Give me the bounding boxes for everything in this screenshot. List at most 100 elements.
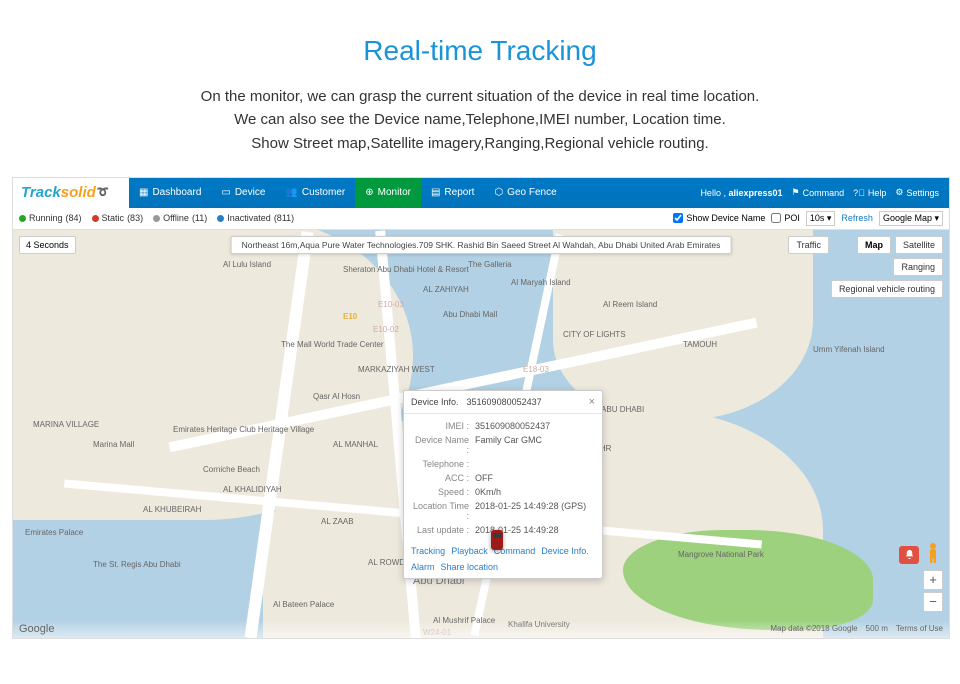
poi-mangrove: Mangrove National Park (678, 550, 764, 559)
help-icon: ?⃝ (853, 188, 865, 198)
poi-marinav: MARINA VILLAGE (33, 420, 99, 429)
info-val-acc: OFF (475, 473, 595, 483)
road-e1003: E10-03 (378, 300, 404, 309)
ranging-button[interactable]: Ranging (893, 258, 943, 276)
road-e10: E10 (343, 312, 357, 321)
help-link[interactable]: ?⃝Help (853, 188, 886, 198)
poi-emirates: Emirates Palace (25, 528, 83, 537)
logo-swoosh-icon: ➰ (97, 187, 109, 198)
refresh-link[interactable]: Refresh (841, 213, 873, 223)
road-e1002: E10-02 (373, 325, 399, 334)
nav-report[interactable]: ▤ Report (421, 178, 484, 208)
user-name[interactable]: aliexpress01 (728, 188, 782, 198)
nav-dashboard[interactable]: ▦Dashboard (129, 178, 211, 208)
report-icon: ▤ (431, 187, 440, 198)
popup-title: Device Info. (411, 397, 459, 407)
poi-lulu: Al Lulu Island (223, 260, 271, 269)
statusbar: Running (84) Static (83) Offline (11) In… (13, 208, 949, 230)
flag-icon: ⚑ (792, 187, 800, 198)
routing-button[interactable]: Regional vehicle routing (831, 280, 943, 298)
nav-device[interactable]: ▭ Device (211, 178, 275, 208)
popup-body: IMEI :351609080052437 Device Name :Famil… (404, 414, 602, 542)
link-alarm[interactable]: Alarm (411, 562, 435, 572)
poi-checkbox[interactable]: POI (771, 213, 800, 223)
poi-heritage: Emirates Heritage Club Heritage Village (173, 425, 314, 434)
maptype-satellite-button[interactable]: Satellite (895, 236, 943, 254)
traffic-button[interactable]: Traffic (788, 236, 829, 254)
road-e1803: E18-03 (523, 365, 549, 374)
poi-gardana: The Galleria (468, 260, 512, 269)
copyright-text: Map data ©2018 Google (770, 624, 857, 633)
maptype-map-button[interactable]: Map (857, 236, 891, 254)
gear-icon: ⚙ (895, 187, 903, 198)
poi-qasr: Qasr Al Hosn (313, 392, 360, 401)
nav-monitor[interactable]: ⊕Monitor (355, 178, 421, 208)
poi-khalidiyah: AL KHALIDIYAH (223, 485, 282, 494)
dot-green-icon (19, 215, 26, 222)
status-inactivated[interactable]: Inactivated (811) (217, 213, 294, 223)
status-offline[interactable]: Offline (11) (153, 213, 207, 223)
poi-mallworld: The Mall World Trade Center (281, 340, 384, 349)
scale-text: 500 m (866, 624, 888, 633)
dot-grey-icon (153, 215, 160, 222)
link-playback[interactable]: Playback (451, 546, 488, 556)
link-devinfo[interactable]: Device Info. (541, 546, 589, 556)
poi-maryah: Al Maryah Island (511, 278, 571, 287)
zoom-out-button[interactable]: − (923, 592, 943, 612)
settings-link[interactable]: ⚙Settings (895, 187, 939, 198)
app-window: Tracksolid➰ ▦Dashboard ▭ Device 👥Customer… (12, 177, 950, 639)
interval-select[interactable]: 10s ▾ (806, 211, 836, 226)
desc-line2: We can also see the Device name,Telephon… (234, 111, 726, 128)
page-title: Real-time Tracking (0, 0, 960, 85)
map-provider-select[interactable]: Google Map ▾ (879, 211, 943, 226)
info-label-tel: Telephone : (411, 459, 475, 469)
show-device-checkbox[interactable]: Show Device Name (673, 213, 765, 223)
terms-link[interactable]: Terms of Use (896, 624, 943, 633)
status-running[interactable]: Running (84) (19, 213, 82, 223)
nav-label: Dashboard (152, 187, 201, 198)
close-icon[interactable]: × (589, 396, 595, 408)
zoom-in-button[interactable]: + (923, 570, 943, 590)
poi-markaziyah: MARKAZIYAH WEST (358, 365, 435, 374)
info-val-speed: 0Km/h (475, 487, 595, 497)
user-greeting: Hello , aliexpress01 (700, 188, 782, 198)
google-logo: Google (19, 623, 54, 635)
topbar: Tracksolid➰ ▦Dashboard ▭ Device 👥Customer… (13, 178, 949, 208)
poi-corniche: Corniche Beach (203, 465, 260, 474)
nav-geofence[interactable]: ⬡Geo Fence (484, 178, 566, 208)
topbar-right: Hello , aliexpress01 ⚑Command ?⃝Help ⚙Se… (700, 187, 949, 198)
nav-label: Report (444, 187, 474, 198)
main-nav: ▦Dashboard ▭ Device 👥Customer ⊕Monitor ▤ R… (129, 178, 567, 208)
info-label-loc: Location Time : (411, 501, 475, 521)
info-val-loc: 2018-01-25 14:49:28 (GPS) (475, 501, 595, 521)
info-label-name: Device Name : (411, 435, 475, 455)
device-icon: ▭ (221, 187, 230, 198)
logo[interactable]: Tracksolid➰ (13, 178, 129, 208)
alert-button[interactable] (899, 546, 919, 564)
poi-reem: Al Reem Island (603, 300, 657, 309)
zoom-control: + − (923, 570, 943, 612)
info-label-acc: ACC : (411, 473, 475, 483)
info-val-tel (475, 459, 595, 469)
desc-line3: Show Street map,Satellite imagery,Rangin… (251, 135, 708, 152)
link-tracking[interactable]: Tracking (411, 546, 445, 556)
map-footer: Google Map data ©2018 Google 500 m Terms… (13, 620, 949, 638)
poi-sheraton: Sheraton Abu Dhabi Hotel & Resort (343, 265, 469, 274)
status-static[interactable]: Static (83) (92, 213, 144, 223)
link-share[interactable]: Share location (441, 562, 499, 572)
seconds-button[interactable]: 4 Seconds (19, 236, 76, 254)
map-right-panel: Traffic Map Satellite Ranging Regional v… (788, 236, 943, 298)
device-marker-icon[interactable] (491, 530, 503, 550)
nav-label: Device (235, 187, 266, 198)
info-label-upd: Last update : (411, 525, 475, 535)
map-canvas[interactable]: Al Lulu Island Sheraton Abu Dhabi Hotel … (13, 230, 949, 638)
pegman-icon[interactable] (925, 542, 941, 564)
poi-col: CITY OF LIGHTS (563, 330, 626, 339)
nav-customer[interactable]: 👥Customer (275, 178, 355, 208)
poi-tamouh: TAMOUH (683, 340, 717, 349)
command-link[interactable]: ⚑Command (792, 187, 845, 198)
device-info-popup: Device Info. 351609080052437 × IMEI :351… (403, 390, 603, 579)
dot-blue-icon (217, 215, 224, 222)
monitor-icon: ⊕ (365, 187, 373, 198)
nav-label: Geo Fence (507, 187, 556, 198)
